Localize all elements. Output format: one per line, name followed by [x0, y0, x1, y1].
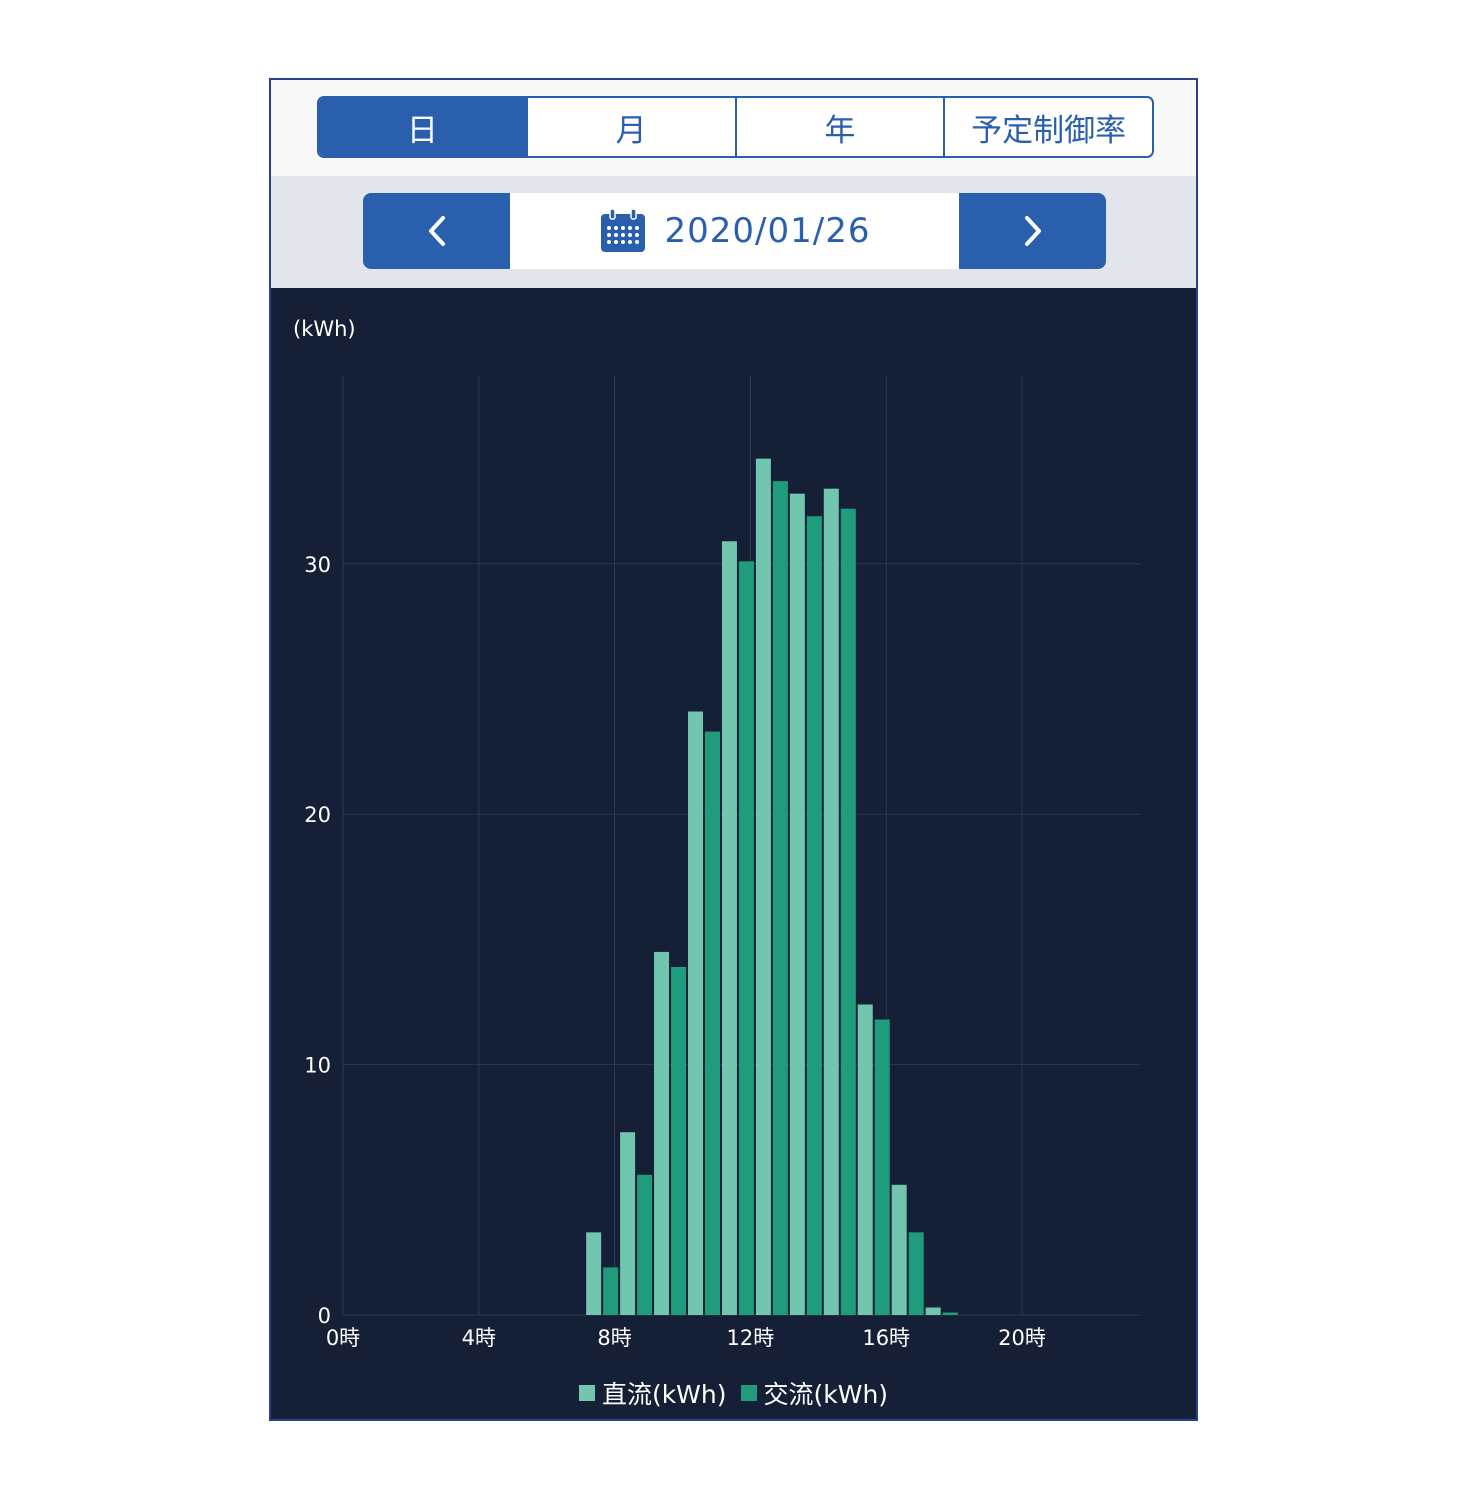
bar-dc[interactable] [823, 488, 839, 1315]
y-axis-unit-label: (kWh) [293, 317, 356, 341]
tab-schedule-control-rate[interactable]: 予定制御率 [943, 98, 1152, 156]
legend-item-ac[interactable]: 交流(kWh) [740, 1375, 889, 1411]
x-tick-label: 0時 [326, 1326, 360, 1350]
bar-dc[interactable] [586, 1232, 602, 1315]
bar-ac[interactable] [908, 1232, 924, 1315]
bar-dc[interactable] [925, 1307, 941, 1315]
calendar-icon [600, 208, 645, 252]
legend-swatch-dc [578, 1385, 595, 1401]
chevron-right-icon [1024, 216, 1041, 246]
bar-ac[interactable] [874, 1019, 890, 1315]
bar-dc[interactable] [721, 541, 737, 1315]
bar-ac[interactable] [603, 1267, 619, 1315]
prev-date-button[interactable] [363, 193, 510, 269]
tab-year[interactable]: 年 [734, 98, 944, 156]
x-tick-label: 8時 [597, 1326, 631, 1350]
date-navigation-bar: 2020/01/26 [271, 176, 1196, 288]
tab-day[interactable]: 日 [319, 98, 526, 156]
bar-dc[interactable] [789, 493, 805, 1315]
bar-ac[interactable] [772, 481, 788, 1316]
bar-dc[interactable] [620, 1132, 636, 1315]
bar-ac[interactable] [840, 508, 856, 1315]
bar-ac[interactable] [671, 966, 687, 1315]
app-frame: 日 月 年 予定制御率 2020/01/26 (kWh) 0 10 20 30 … [269, 78, 1198, 1421]
period-tabs: 日 月 年 予定制御率 [317, 96, 1154, 158]
date-navigator: 2020/01/26 [363, 193, 1106, 269]
bar-ac[interactable] [806, 516, 822, 1315]
y-tick-label: 20 [304, 803, 331, 827]
x-tick-label: 12時 [727, 1326, 775, 1350]
bar-ac[interactable] [942, 1312, 958, 1315]
x-tick-label: 16時 [862, 1326, 910, 1350]
date-display[interactable]: 2020/01/26 [510, 193, 959, 269]
bar-dc[interactable] [755, 458, 771, 1315]
legend-item-dc[interactable]: 直流(kWh) [578, 1375, 727, 1411]
chevron-left-icon [428, 216, 445, 246]
bar-ac[interactable] [738, 561, 754, 1315]
tab-month[interactable]: 月 [525, 98, 735, 156]
energy-chart: (kWh) 0 10 20 30 0時 4時 8時 12時 16時 20時 直流(kWh) 交流(… [271, 288, 1196, 1419]
bar-ac[interactable] [637, 1174, 653, 1315]
bar-chart-svg: (kWh) 0 10 20 30 0時 4時 8時 12時 16時 20時 [293, 317, 1141, 1350]
legend-label-ac: 交流(kWh) [763, 1380, 889, 1409]
bar-dc[interactable] [688, 711, 703, 1315]
period-tab-bar: 日 月 年 予定制御率 [271, 80, 1196, 176]
chart-legend: 直流(kWh) 交流(kWh) [271, 1375, 1196, 1411]
bar-ac[interactable] [705, 731, 720, 1315]
legend-swatch-ac [740, 1385, 757, 1401]
bar-dc[interactable] [654, 951, 670, 1315]
bar-dc[interactable] [891, 1184, 907, 1315]
x-tick-label: 20時 [998, 1326, 1046, 1350]
next-date-button[interactable] [959, 193, 1106, 269]
legend-label-dc: 直流(kWh) [601, 1380, 727, 1409]
y-tick-label: 30 [304, 553, 331, 577]
y-tick-label: 0 [318, 1304, 331, 1328]
current-date: 2020/01/26 [664, 211, 871, 251]
y-tick-label: 10 [304, 1054, 331, 1078]
x-tick-label: 4時 [462, 1326, 496, 1350]
bar-dc[interactable] [857, 1004, 873, 1315]
